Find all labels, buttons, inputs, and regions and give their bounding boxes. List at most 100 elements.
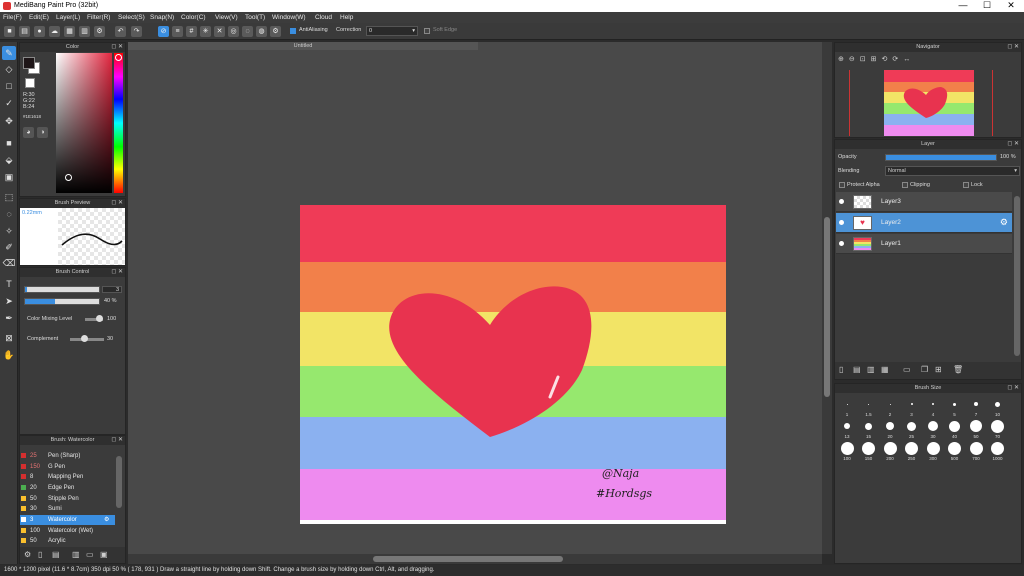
visibility-icon[interactable] <box>839 199 844 204</box>
menu-file[interactable]: File(F) <box>3 13 22 22</box>
layer-row[interactable]: Layer1 <box>836 234 1012 254</box>
gradient-tool-icon[interactable]: ▣ <box>2 170 16 184</box>
vertical-scroll-thumb[interactable] <box>824 217 830 397</box>
brush-size-dot[interactable] <box>883 441 897 455</box>
saturation-value-picker[interactable] <box>56 53 112 193</box>
snap-parallel-icon[interactable]: ≡ <box>172 26 183 37</box>
brush-folder-icon[interactable]: ▭ <box>86 550 94 559</box>
menu-filter[interactable]: Filter(R) <box>87 13 110 22</box>
selection-rect-icon[interactable]: ⬚ <box>2 190 16 204</box>
horizontal-scroll-thumb[interactable] <box>373 556 563 562</box>
new-layer-icon[interactable]: ▯ <box>839 365 843 374</box>
menu-snap[interactable]: Snap(N) <box>150 13 174 22</box>
close-button[interactable]: ✕ <box>996 0 1024 12</box>
brush-size-dot[interactable] <box>910 403 913 405</box>
brush-settings-icon[interactable]: ⚙ <box>104 515 109 525</box>
cloud-icon[interactable]: ☁ <box>49 26 60 37</box>
brush-size-dot[interactable] <box>907 421 916 431</box>
panel-close-icon[interactable]: ◻ ✕ <box>1007 140 1019 149</box>
brush-size-dot[interactable] <box>905 441 918 455</box>
visibility-icon[interactable] <box>839 220 844 225</box>
snap-grid-icon[interactable]: # <box>186 26 197 37</box>
horizontal-scrollbar[interactable] <box>128 554 822 564</box>
magic-wand-icon[interactable]: ✧ <box>2 224 16 238</box>
brush-size-dot[interactable] <box>953 402 956 406</box>
brush-item[interactable]: 150 G Pen <box>20 462 115 472</box>
brush-item[interactable]: 8 Mapping Pen <box>20 472 115 482</box>
brush-copy-icon[interactable]: ▥ <box>72 550 80 559</box>
brush-size-dot[interactable] <box>969 441 983 455</box>
antialiasing-checkbox[interactable] <box>290 28 296 34</box>
brush-list-scrollbar[interactable] <box>116 456 122 508</box>
new-icon[interactable]: ■ <box>4 26 15 37</box>
snap-settings-icon[interactable]: ⚙ <box>270 26 281 37</box>
brush-size-dot[interactable] <box>948 441 961 455</box>
menu-layer[interactable]: Layer(L) <box>56 13 80 22</box>
brush-item[interactable]: 50 Stipple Pen <box>20 494 115 504</box>
brush-item[interactable]: 20 Edge Pen <box>20 483 115 493</box>
brush-size-dot[interactable] <box>886 422 894 430</box>
open-icon[interactable]: ▤ <box>19 26 30 37</box>
navigator-thumbnail[interactable] <box>884 70 974 136</box>
panel-close-icon[interactable]: ◻ ✕ <box>111 268 123 277</box>
menu-select[interactable]: Select(S) <box>118 13 145 22</box>
brush-size-dot[interactable] <box>862 441 875 455</box>
menu-color[interactable]: Color(C) <box>181 13 206 22</box>
blending-select[interactable]: Normal ▾ <box>885 166 1020 176</box>
new-halftone-layer-icon[interactable]: ▤ <box>853 365 861 374</box>
select-eraser-icon[interactable]: ⌫ <box>2 256 16 270</box>
dot-tool-icon[interactable]: □ <box>2 79 16 93</box>
color-wheel-icon[interactable]: ◑ <box>37 127 48 138</box>
panel-close-icon[interactable]: ◻ ✕ <box>1007 43 1019 52</box>
brush-menu-icon[interactable]: ▤ <box>52 550 60 559</box>
document-tab[interactable]: Untitled <box>128 42 478 50</box>
operation-tool-icon[interactable]: ➤ <box>2 294 16 308</box>
layer-opacity-slider[interactable] <box>885 154 997 161</box>
brush-size-dot[interactable] <box>865 422 872 430</box>
color-mixing-handle[interactable] <box>96 315 103 322</box>
brush-opacity-slider[interactable] <box>24 298 100 305</box>
undo-icon[interactable]: ↶ <box>115 26 126 37</box>
lasso-tool-icon[interactable]: ◌ <box>2 207 16 221</box>
delete-layer-icon[interactable]: 🗑 <box>953 365 963 374</box>
brush-tool-icon[interactable]: ✎ <box>2 46 16 60</box>
merge-layer-icon[interactable]: ⊞ <box>935 365 942 374</box>
save-icon[interactable]: ● <box>34 26 45 37</box>
brush-size-dot[interactable] <box>844 423 850 429</box>
artwork-canvas[interactable]: @Naja #Hordsgs <box>300 205 726 524</box>
panel-close-icon[interactable]: ◻ ✕ <box>1007 384 1019 393</box>
share-icon[interactable]: ▦ <box>64 26 75 37</box>
brush-item[interactable]: 100 Watercolor (Wet) <box>20 526 115 536</box>
select-tool-icon[interactable]: ✓ <box>2 96 16 110</box>
settings-icon[interactable]: ⚙ <box>94 26 105 37</box>
snap-3d-icon[interactable]: ◍ <box>256 26 267 37</box>
vertical-scrollbar[interactable] <box>822 42 832 554</box>
shape-fill-icon[interactable]: ■ <box>2 136 16 150</box>
brush-size-dot[interactable] <box>928 421 938 431</box>
primary-color-swatch[interactable] <box>23 57 35 69</box>
brush-item[interactable]: 30 Sumi <box>20 504 115 514</box>
brush-size-dot[interactable] <box>932 403 934 405</box>
brush-delete-icon[interactable]: ▣ <box>100 550 108 559</box>
brush-size-dot[interactable] <box>926 441 940 455</box>
snap-curve-icon[interactable]: ◌ <box>242 26 253 37</box>
lock-checkbox[interactable] <box>963 182 969 188</box>
brush-size-dot[interactable] <box>974 402 978 406</box>
bucket-tool-icon[interactable]: ⬙ <box>2 153 16 167</box>
menu-view[interactable]: View(V) <box>215 13 238 22</box>
layer-settings-icon[interactable]: ⚙ <box>1000 217 1008 228</box>
export-icon[interactable]: ▥ <box>79 26 90 37</box>
menu-cloud[interactable]: Cloud <box>315 13 332 22</box>
snap-cross-icon[interactable]: ✕ <box>214 26 225 37</box>
brush-item[interactable]: 25 Pen (Sharp) <box>20 451 115 461</box>
menu-tool[interactable]: Tool(T) <box>245 13 265 22</box>
palette-icon[interactable]: ◕ <box>23 127 34 138</box>
protect-alpha-checkbox[interactable] <box>839 182 845 188</box>
layer-row-selected[interactable]: ♥ Layer2 ⚙ <box>836 213 1012 233</box>
add-brush-icon[interactable]: ⚙ <box>24 550 31 559</box>
panel-close-icon[interactable]: ◻ ✕ <box>111 436 123 445</box>
brush-size-dot[interactable] <box>970 420 982 432</box>
menu-window[interactable]: Window(W) <box>272 13 306 22</box>
transparent-swatch[interactable] <box>25 78 35 88</box>
eyedropper-tool-icon[interactable]: ✒ <box>2 311 16 325</box>
